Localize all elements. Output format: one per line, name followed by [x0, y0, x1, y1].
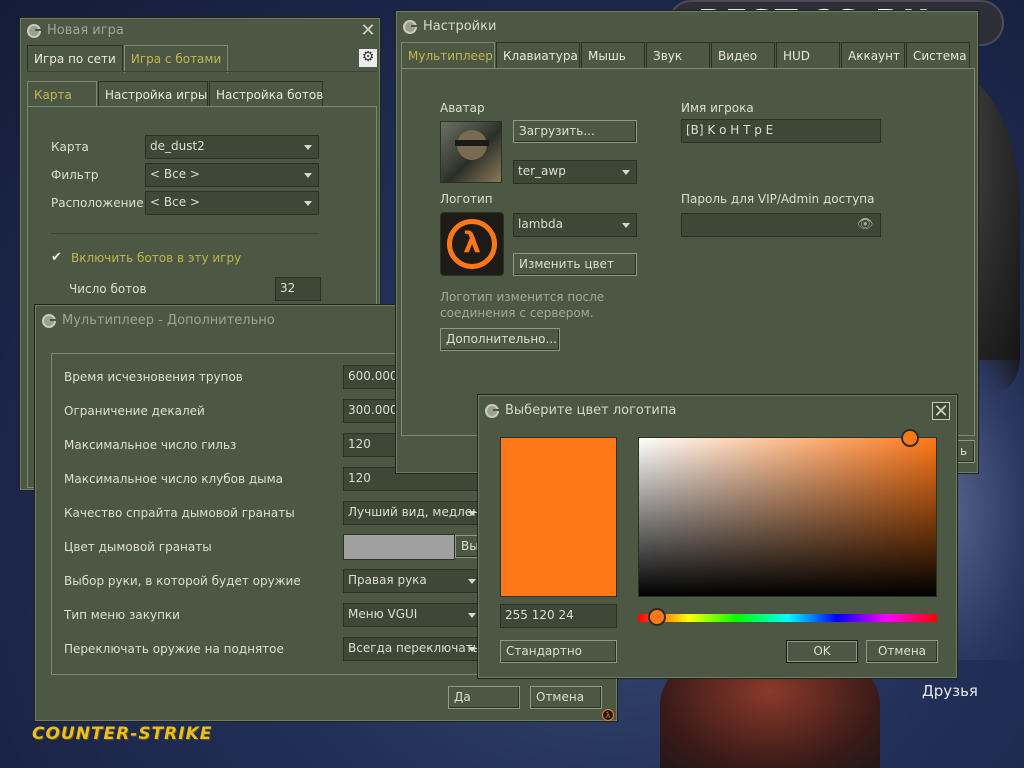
gear-icon[interactable]: ⚙: [359, 49, 377, 67]
tab-hud[interactable]: HUD: [776, 42, 840, 68]
avatar-select[interactable]: ter_awp: [513, 160, 637, 184]
logo-select[interactable]: lambda: [513, 213, 637, 237]
password-label: Пароль для VIP/Admin доступа: [681, 192, 875, 206]
close-icon[interactable]: ✕: [359, 22, 377, 40]
settings-title: Настройки: [397, 12, 977, 42]
buy-menu-select[interactable]: Меню VGUI: [343, 603, 483, 627]
steam-icon: [42, 314, 56, 328]
password-input[interactable]: [681, 213, 881, 237]
buy-menu-label: Тип меню закупки: [64, 608, 180, 622]
avatar-image: [440, 121, 502, 183]
weapon-hand-label: Выбор руки, в которой будет оружие: [64, 574, 301, 588]
tab-bots-game[interactable]: Игра с ботами: [123, 45, 229, 73]
color-cancel-button[interactable]: Отмена: [866, 640, 938, 663]
logo-label: Логотип: [440, 192, 493, 206]
smoke-quality-label: Качество спрайта дымовой гранаты: [64, 506, 295, 520]
advanced-ok-button[interactable]: Да: [448, 686, 520, 709]
section-divider: [51, 233, 319, 234]
tab-account[interactable]: Аккаунт: [841, 42, 905, 68]
tab-multiplayer[interactable]: Мультиплеер: [401, 42, 495, 68]
eye-icon[interactable]: 👁: [857, 217, 875, 233]
color-cursor[interactable]: [901, 429, 919, 447]
tab-online-game[interactable]: Игра по сети: [27, 45, 123, 71]
auto-switch-label: Переключать оружие на поднятое: [64, 642, 284, 656]
tab-mouse[interactable]: Мышь: [581, 42, 645, 68]
counter-strike-logo: COUNTER-STRIKE: [32, 724, 213, 744]
selected-color-swatch: [500, 437, 617, 597]
steam-icon: [403, 20, 417, 34]
tab-keyboard[interactable]: Клавиатура: [496, 42, 580, 68]
tab-map[interactable]: Карта: [27, 81, 97, 107]
decal-limit-label: Ограничение декалей: [64, 404, 205, 418]
corpse-time-label: Время исчезновения трупов: [64, 370, 243, 384]
auto-switch-select[interactable]: Всегда переключать: [343, 637, 483, 661]
change-color-button[interactable]: Изменить цвет: [513, 253, 637, 276]
location-select[interactable]: < Все >: [145, 191, 319, 215]
steam-icon: [27, 24, 41, 38]
player-name-input[interactable]: [B] K o H T p E: [681, 119, 881, 143]
smoke-color-label: Цвет дымовой гранаты: [64, 540, 212, 554]
tab-bot-settings[interactable]: Настройка ботов: [209, 81, 323, 107]
saturation-value-field[interactable]: [638, 429, 937, 597]
logo-note: Логотип изменится после соединения с сер…: [440, 290, 605, 320]
avatar-label: Аватар: [440, 101, 485, 115]
advanced-button[interactable]: Дополнительно...: [440, 328, 560, 351]
map-select[interactable]: de_dust2: [145, 135, 319, 159]
player-name-label: Имя игрока: [681, 101, 754, 115]
advanced-cancel-button[interactable]: Отмена: [530, 686, 602, 709]
new-game-title: Новая игра: [21, 19, 379, 43]
bots-count-input[interactable]: 32: [275, 277, 321, 301]
default-color-button[interactable]: Стандартно: [500, 640, 617, 663]
load-avatar-button[interactable]: Загрузить...: [513, 120, 637, 143]
hue-handle[interactable]: [648, 608, 666, 626]
bots-checkbox[interactable]: ✔: [51, 251, 63, 264]
weapon-hand-select[interactable]: Правая рука: [343, 569, 483, 593]
map-label: Карта: [51, 140, 89, 154]
logo-preview: λ: [440, 212, 504, 276]
color-ok-button[interactable]: OK: [786, 640, 858, 663]
max-smoke-label: Максимальное число клубов дыма: [64, 472, 284, 486]
close-icon[interactable]: ✕: [932, 402, 950, 421]
friends-button[interactable]: Друзья: [922, 682, 978, 700]
smoke-quality-select[interactable]: Лучший вид, медленно: [343, 501, 483, 525]
tabs-divider: [27, 71, 377, 72]
hue-slider[interactable]: [638, 608, 937, 626]
filter-select[interactable]: < Все >: [145, 163, 319, 187]
bots-count-label: Число ботов: [69, 282, 147, 296]
smoke-color-swatch: [343, 534, 455, 560]
rgb-input[interactable]: 255 120 24: [500, 604, 617, 628]
settings-hidden-button[interactable]: ь: [957, 440, 975, 463]
filter-label: Фильтр: [51, 168, 99, 182]
max-shells-label: Максимальное число гильз: [64, 438, 237, 452]
lambda-logo-icon: λ: [447, 219, 497, 269]
tab-video[interactable]: Видео: [711, 42, 775, 68]
tab-system[interactable]: Система: [906, 42, 970, 68]
color-picker-window: Выберите цвет логотипа ✕ 255 120 24 Стан…: [478, 395, 957, 678]
lambda-icon: λ: [602, 709, 614, 721]
steam-icon: [485, 404, 499, 418]
tab-game-settings[interactable]: Настройка игры: [98, 81, 208, 107]
location-label: Расположение: [51, 196, 144, 210]
tab-sound[interactable]: Звук: [646, 42, 710, 68]
color-picker-title: Выберите цвет логотипа: [479, 396, 956, 426]
bots-checkbox-label: Включить ботов в эту игру: [71, 251, 242, 265]
